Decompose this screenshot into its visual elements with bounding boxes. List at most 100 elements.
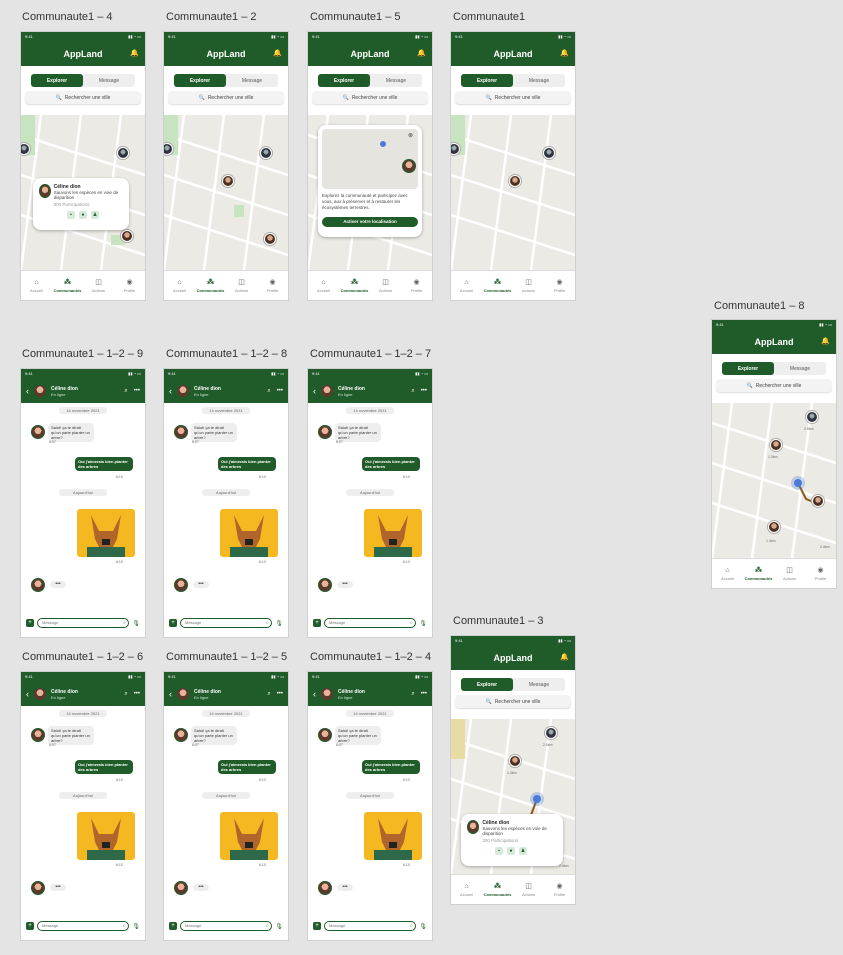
chat-messages: 14 novembre 2021 Salut! ça te dirait qu'… xyxy=(308,403,432,613)
typing-indicator: ••• xyxy=(193,581,209,588)
map-view[interactable] xyxy=(164,115,288,270)
emoji-icon: ☺ xyxy=(265,620,270,625)
message-input[interactable]: Message ☺ xyxy=(37,921,130,931)
dog-photo[interactable] xyxy=(220,812,278,860)
tab-explorer[interactable]: Explorer xyxy=(722,362,774,375)
chat-messages: 14 novembre 2021 Salut! ça te dirait qu'… xyxy=(164,403,288,613)
mic-icon[interactable]: 🎙 xyxy=(419,923,427,930)
map-view[interactable] xyxy=(451,115,575,270)
dog-photo[interactable] xyxy=(220,509,278,557)
tab-message[interactable]: Message xyxy=(513,678,565,691)
tab-explorer[interactable]: Explorer xyxy=(31,74,83,87)
member-card[interactable]: Céline dion Sauvons les espèces en voie d… xyxy=(33,178,129,230)
message-composer: + Message ☺ 🎙 xyxy=(164,920,288,932)
mic-icon[interactable]: 🎙 xyxy=(275,923,283,930)
search-icon[interactable]: ⌕ xyxy=(124,388,127,395)
tab-explorer[interactable]: Explorer xyxy=(461,678,513,691)
back-icon[interactable]: ‹ xyxy=(169,386,172,396)
tab-message[interactable]: Message xyxy=(370,74,422,87)
message-input[interactable]: Message ☺ xyxy=(37,618,130,628)
chat-header: ‹ Céline dion En ligne ⌕ ••• xyxy=(308,682,432,706)
message-input[interactable]: Message ☺ xyxy=(180,618,273,628)
add-icon[interactable]: + xyxy=(313,922,321,930)
globe-icon[interactable]: ● xyxy=(507,847,515,855)
tab-message[interactable]: Message xyxy=(774,362,826,375)
back-icon[interactable]: ‹ xyxy=(26,689,29,699)
tab-explorer[interactable]: Explorer xyxy=(174,74,226,87)
add-icon[interactable]: + xyxy=(26,619,34,627)
bell-icon[interactable]: 🔔 xyxy=(560,653,569,661)
search-input[interactable]: 🔍 Rechercher une ville xyxy=(716,379,832,392)
typing-indicator: ••• xyxy=(50,884,66,891)
message-input[interactable]: Message ☺ xyxy=(180,921,273,931)
add-icon[interactable]: + xyxy=(169,619,177,627)
message-input[interactable]: Message ☺ xyxy=(324,921,417,931)
user-icon[interactable]: ♟ xyxy=(519,847,527,855)
message-input[interactable]: Message ☺ xyxy=(324,618,417,628)
mic-icon[interactable]: 🎙 xyxy=(132,620,140,627)
bell-icon[interactable]: 🔔 xyxy=(417,49,426,57)
dog-photo[interactable] xyxy=(77,812,135,860)
search-icon[interactable]: ⌕ xyxy=(124,691,127,698)
tab-message[interactable]: Message xyxy=(83,74,135,87)
add-icon[interactable]: + xyxy=(313,619,321,627)
bell-icon[interactable]: 🔔 xyxy=(273,49,282,57)
tab-message[interactable]: Message xyxy=(226,74,278,87)
tab-explorer[interactable]: Explorer xyxy=(461,74,513,87)
search-icon[interactable]: ⌕ xyxy=(411,388,414,395)
chat-header: ‹ Céline dion En ligne ⌕ ••• xyxy=(21,682,145,706)
add-icon[interactable]: + xyxy=(169,922,177,930)
back-icon[interactable]: ‹ xyxy=(26,386,29,396)
map-view[interactable]: 2.5km 1.3km 1.4km 2.4km xyxy=(712,403,836,558)
mic-icon[interactable]: 🎙 xyxy=(419,620,427,627)
bell-icon[interactable]: 🔔 xyxy=(130,49,139,57)
nav-accueil[interactable]: ⌂ Accueil xyxy=(21,271,52,300)
nav-actions[interactable]: ◫ Actions xyxy=(83,271,114,300)
mic-icon[interactable]: 🎙 xyxy=(275,620,283,627)
user-icon[interactable]: ♟ xyxy=(91,211,99,219)
search-input[interactable]: 🔍 Rechercher une ville xyxy=(455,695,571,708)
tab-explorer[interactable]: Explorer xyxy=(318,74,370,87)
back-icon[interactable]: ‹ xyxy=(169,689,172,699)
chat-header: ‹ Céline dion En ligne ⌕ ••• xyxy=(308,379,432,403)
phone-chat-6: 9:41 ▮▮ ◔ ▭ ‹ Céline dion En ligne ⌕ ••• 14… xyxy=(21,672,145,940)
dog-photo[interactable] xyxy=(364,509,422,557)
more-icon[interactable]: ••• xyxy=(421,388,427,395)
nav-profile[interactable]: ◉ Profile xyxy=(114,271,145,300)
back-icon[interactable]: ‹ xyxy=(313,386,316,396)
search-input[interactable]: 🔍 Rechercher une ville xyxy=(455,91,571,104)
dog-photo[interactable] xyxy=(364,812,422,860)
more-icon[interactable]: ••• xyxy=(277,388,283,395)
nav-communautes[interactable]: ⁂ Communautés xyxy=(52,271,83,300)
search-input[interactable]: 🔍 Rechercher une ville xyxy=(312,91,428,104)
mic-icon[interactable]: 🎙 xyxy=(132,923,140,930)
search-icon: 🔍 xyxy=(485,94,492,101)
bell-icon[interactable]: 🔔 xyxy=(560,49,569,57)
chat-icon[interactable]: ▪ xyxy=(67,211,75,219)
search-input[interactable]: 🔍 Rechercher une ville xyxy=(168,91,284,104)
phone-communaute-4: 9:41 ▮▮ ◔ ▭ AppLand 🔔 Explorer Message 🔍 Rec… xyxy=(21,32,145,300)
add-icon[interactable]: + xyxy=(26,922,34,930)
member-card[interactable]: Céline dion Sauvons les espèces en voie d… xyxy=(461,814,563,866)
globe-icon[interactable]: ● xyxy=(79,211,87,219)
bell-icon[interactable]: 🔔 xyxy=(821,337,830,345)
more-icon[interactable]: ••• xyxy=(277,691,283,698)
activate-location-button[interactable]: Activer votre localisation xyxy=(322,217,418,228)
more-icon[interactable]: ••• xyxy=(134,691,140,698)
close-icon[interactable]: ⊗ xyxy=(408,132,413,139)
search-icon[interactable]: ⌕ xyxy=(267,691,270,698)
message-out: Oui j'aimerais bien planter des arbres xyxy=(75,760,133,774)
search-icon[interactable]: ⌕ xyxy=(267,388,270,395)
chat-header: ‹ Céline dion En ligne ⌕ ••• xyxy=(21,379,145,403)
back-icon[interactable]: ‹ xyxy=(313,689,316,699)
tab-message[interactable]: Message xyxy=(513,74,565,87)
dog-photo[interactable] xyxy=(77,509,135,557)
more-icon[interactable]: ••• xyxy=(134,388,140,395)
bottom-nav: ⌂ Accueil ⁂ Communautés ◫ Actions ◉ Profile xyxy=(21,270,145,300)
phone-communaute-8: 9:41 ▮▮ ◔ ▭ AppLand 🔔 Explorer Message 🔍 Rec… xyxy=(712,320,836,588)
message-out: Oui j'aimerais bien planter des arbres xyxy=(75,457,133,471)
more-icon[interactable]: ••• xyxy=(421,691,427,698)
search-icon[interactable]: ⌕ xyxy=(411,691,414,698)
chat-icon[interactable]: ▪ xyxy=(495,847,503,855)
search-input[interactable]: 🔍 Rechercher une ville xyxy=(25,91,141,104)
